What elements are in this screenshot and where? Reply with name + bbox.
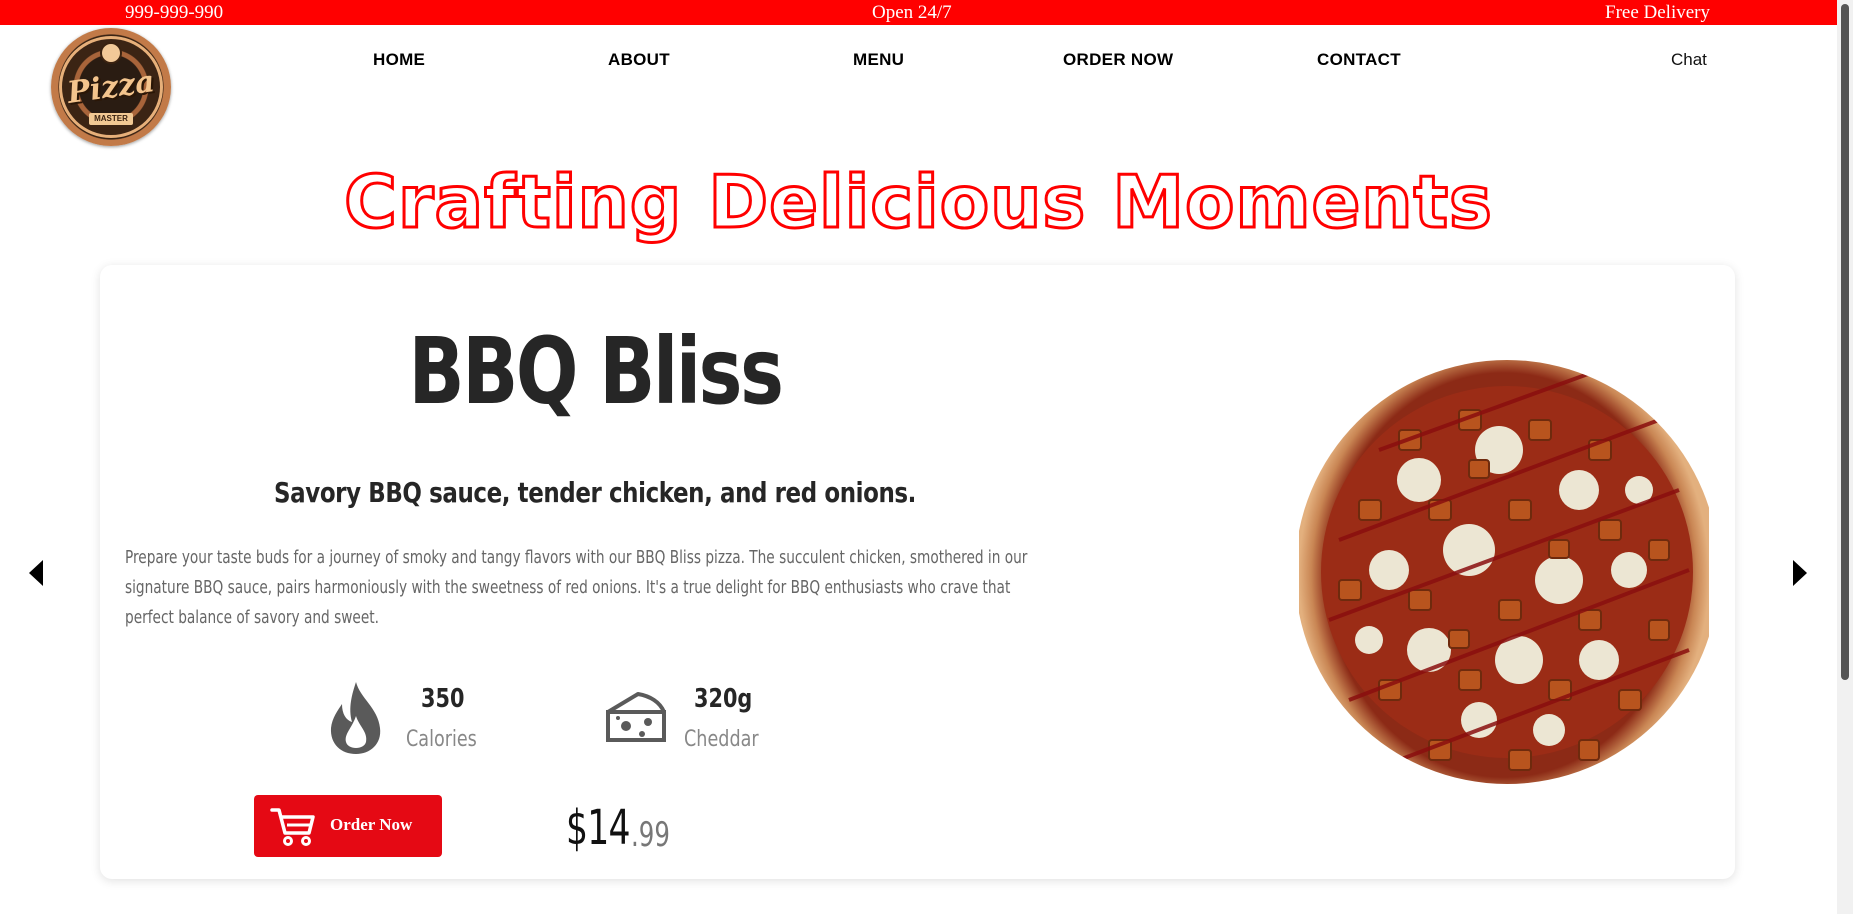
flame-icon [330,682,381,754]
site-logo[interactable]: Pizza MASTER [51,28,171,146]
chat-link[interactable]: Chat [1671,50,1707,70]
price-cents: .99 [631,815,670,855]
hero-headline: Crafting Delicious Moments [343,159,1494,246]
chef-icon [100,42,122,64]
product-description: Prepare your taste buds for a journey of… [125,543,1055,633]
opening-hours: Open 24/7 [872,2,952,23]
nav-about[interactable]: ABOUT [608,50,670,70]
nav-contact[interactable]: CONTACT [1317,50,1401,70]
logo-subtitle: MASTER [89,113,133,125]
cart-icon [270,808,315,846]
order-now-label: Order Now [330,815,413,834]
page-scrollbar[interactable] [1837,0,1853,914]
calories-label: Calories [406,727,477,752]
product-tagline: Savory BBQ sauce, tender chicken, and re… [274,476,916,509]
phone-number: 999-999-990 [125,2,224,23]
previous-slide-arrow[interactable] [27,558,47,588]
delivery-notice: Free Delivery [1605,2,1710,23]
cheddar-value: 320g [694,684,753,714]
price-dollars: $14 [566,800,631,856]
product-title: BBQ Bliss [408,318,784,425]
nav-menu[interactable]: MENU [853,50,904,70]
scrollbar-thumb[interactable] [1841,4,1849,680]
top-info-bar: 999-999-990 Open 24/7 Free Delivery [0,0,1837,25]
cheddar-label: Cheddar [684,727,759,752]
pizza-image [1299,360,1709,784]
nav-home[interactable]: HOME [373,50,425,70]
order-now-button[interactable]: Order Now [254,795,442,857]
next-slide-arrow[interactable] [1789,558,1809,588]
product-description-text: Prepare your taste buds for a journey of… [125,547,1028,628]
calories-value: 350 [421,684,465,714]
nav-order-now[interactable]: ORDER NOW [1063,50,1173,70]
cheese-icon [606,692,666,742]
